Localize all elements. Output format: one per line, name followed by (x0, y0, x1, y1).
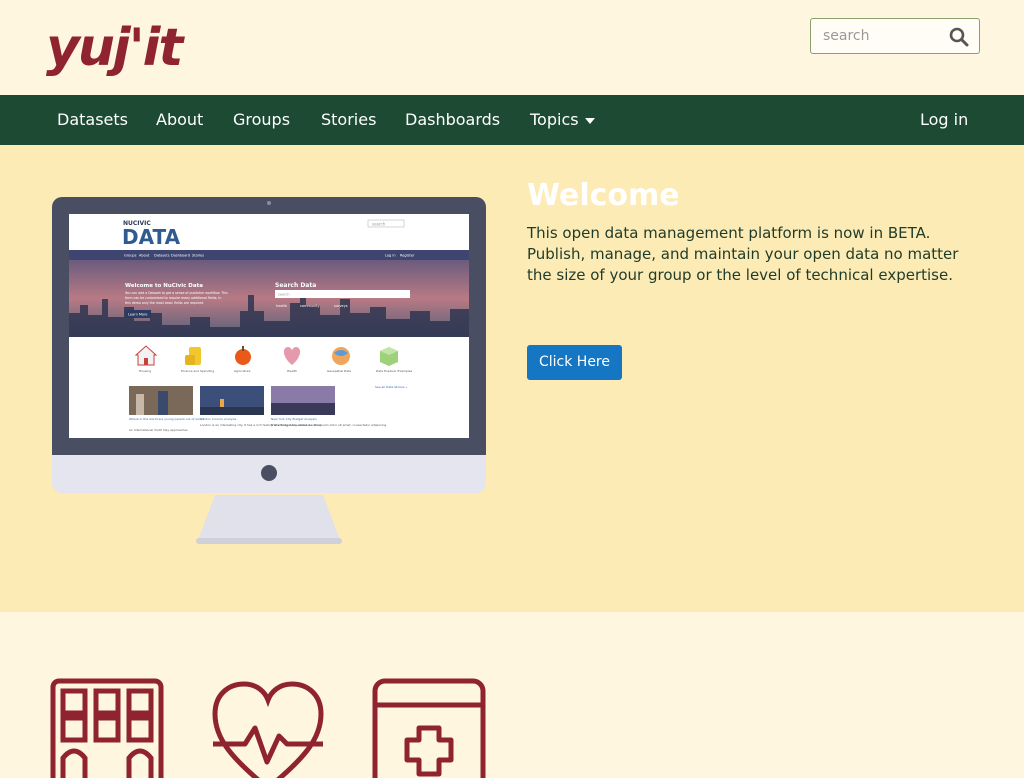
site-header: yuj'it (0, 0, 1024, 95)
screen-story-title: London Income Analysis (200, 417, 237, 421)
nav-item-topics-label: Topics (530, 110, 579, 129)
screen-search-input: search (278, 293, 290, 297)
screen-nav-item: Dashboard (171, 254, 190, 258)
search-input[interactable] (823, 25, 943, 47)
building-icon[interactable] (50, 678, 164, 778)
nav-item-dashboards[interactable]: Dashboards (405, 95, 500, 145)
screen-topic-label: Housing (139, 369, 151, 373)
screen-nav-item: About (139, 254, 150, 258)
screen-story-text: An International Youth Day approaches (129, 428, 188, 432)
screen-nav-item: Datasets (154, 254, 170, 258)
screen-nav-item: Stories (192, 254, 204, 258)
medical-kit-icon[interactable] (372, 678, 486, 778)
hero-section: NUCIVIC DATA search Groups About Dataset… (0, 145, 1024, 612)
heart-pulse-icon[interactable] (211, 678, 325, 778)
screen-topic-label: Health (287, 369, 297, 373)
site-logo[interactable]: yuj'it (46, 18, 183, 78)
screen-topic-label: Finance and Spending (181, 369, 214, 373)
screen-topic-label: Agriculture (234, 369, 251, 373)
screen-banner-text: You can add a Dataset to get a sense of … (125, 291, 228, 295)
nav-item-stories[interactable]: Stories (321, 95, 376, 145)
nav-item-datasets[interactable]: Datasets (57, 95, 128, 145)
screen-banner-button: Learn More (128, 313, 148, 317)
screen-see-all: See all Data Stories » (375, 385, 407, 389)
login-link[interactable]: Log in (920, 95, 968, 145)
hero-description: This open data management platform is no… (527, 224, 959, 284)
nav-item-groups[interactable]: Groups (233, 95, 290, 145)
hero-title: Welcome (527, 178, 680, 213)
screen-search-title: Search Data (275, 282, 316, 289)
screen-banner-title: Welcome to NuCivic Data (125, 283, 203, 289)
search-icon[interactable] (947, 25, 971, 49)
screen-search-tag: surveys (334, 304, 348, 308)
screen-story-title: New York City Budget Analysis (271, 417, 317, 421)
screen-nav-item: Groups (124, 254, 137, 258)
monitor-illustration: NUCIVIC DATA search Groups About Dataset… (52, 197, 486, 544)
screen-nav-item: Register (400, 254, 415, 258)
screen-story-text: NYC's Budget Visualized, Lorem ipsum dol… (271, 423, 386, 427)
screen-search-tag: health (276, 304, 287, 308)
screen-search-placeholder: search (372, 222, 386, 227)
screen-topic-label: Geospatial Data (327, 369, 351, 373)
topics-section (0, 612, 1024, 778)
screen-search-tag: community (300, 304, 320, 308)
svg-text:this demo only the most basic: this demo only the most basic fields are… (125, 301, 204, 305)
screen-globe-icon (332, 347, 350, 365)
search-box (810, 18, 980, 54)
screen-topic-label: Data Explorer Examples (376, 369, 413, 373)
screen-cube-icon (380, 347, 398, 366)
nav-item-about[interactable]: About (156, 95, 203, 145)
screen-story-title: Where in the world are young people out … (129, 417, 205, 421)
screen-brand-large: DATA (122, 225, 181, 249)
svg-text:form can be customized to requ: form can be customized to require many a… (125, 296, 221, 300)
main-nav: Datasets About Groups Stories Dashboards… (0, 95, 1024, 145)
click-here-button[interactable]: Click Here (527, 345, 622, 380)
screen-nav-item: Log in (385, 254, 396, 258)
nav-item-topics[interactable]: Topics (530, 95, 595, 145)
caret-down-icon (584, 117, 595, 124)
